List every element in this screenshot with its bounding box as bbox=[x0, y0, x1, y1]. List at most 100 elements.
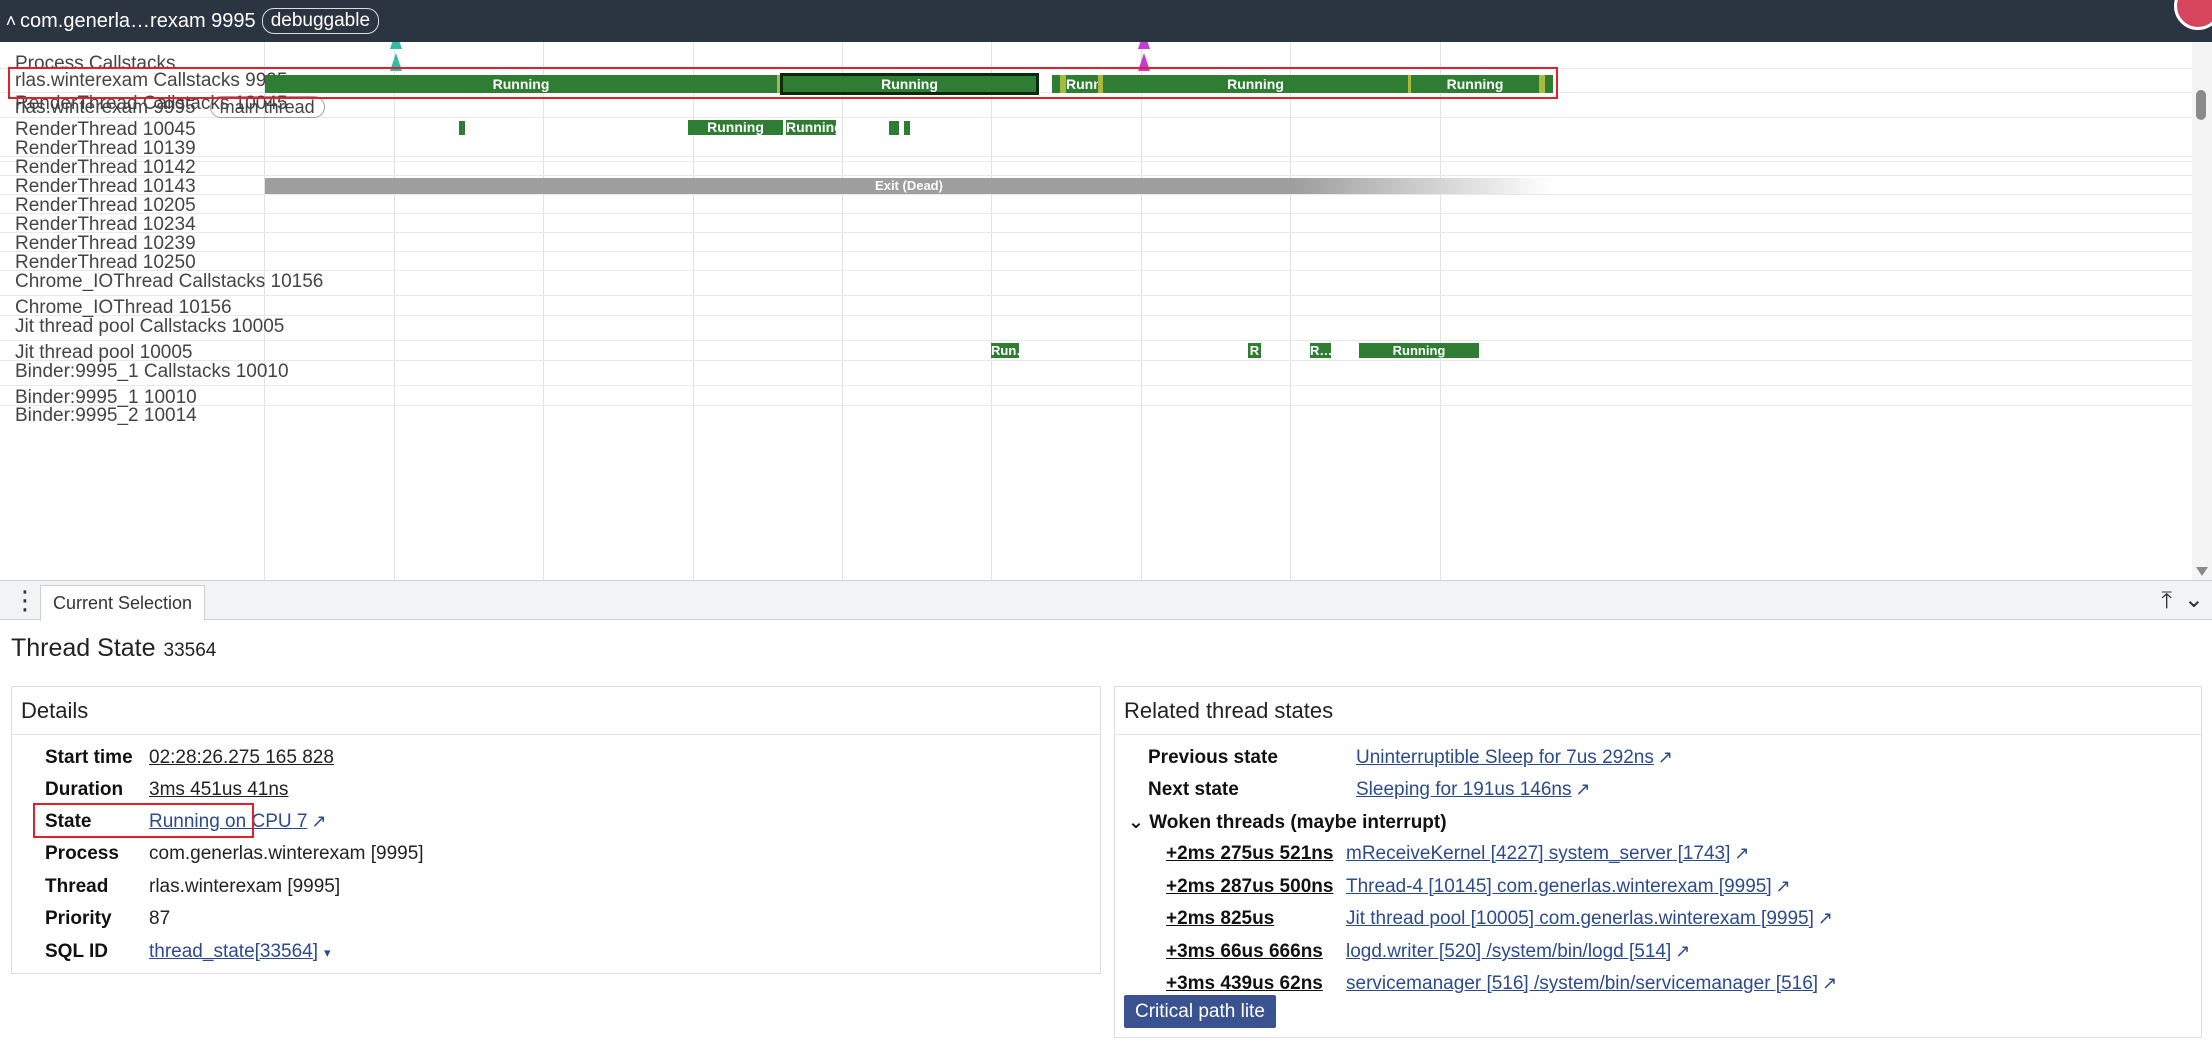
critical-path-lite-button[interactable]: Critical path lite bbox=[1124, 995, 1276, 1028]
track-label: RenderThread 10239 bbox=[15, 233, 196, 254]
detail-key: SQL ID bbox=[45, 941, 108, 962]
detail-key: Process bbox=[45, 843, 119, 864]
details-panel-tabbar: ⋮ Current Selection ⤒ ⌄ bbox=[0, 580, 2212, 621]
woken-delta-link[interactable]: +2ms 275us 521ns bbox=[1166, 843, 1333, 865]
track-label: RenderThread 10250 bbox=[15, 252, 196, 273]
track-label: RenderThread 10142 bbox=[15, 157, 196, 178]
maximize-panel-icon[interactable]: ⤒ bbox=[2161, 587, 2172, 615]
track-row-render-10045[interactable]: RenderThread 10045 bbox=[0, 118, 2192, 139]
track-label: RenderThread 10205 bbox=[15, 195, 196, 216]
detail-key: Duration bbox=[45, 779, 124, 800]
track-label: RenderThread 10234 bbox=[15, 214, 196, 235]
track-row[interactable]: Process Callstacks bbox=[0, 42, 2192, 73]
scroll-down-arrow-icon[interactable] bbox=[2196, 567, 2208, 576]
external-link-icon[interactable]: ↗ bbox=[1822, 973, 1837, 993]
external-link-icon[interactable]: ↗ bbox=[1776, 876, 1791, 896]
external-link-icon[interactable]: ↗ bbox=[1818, 908, 1833, 928]
woken-thread-link[interactable]: mReceiveKernel [4227] system_server [174… bbox=[1346, 843, 1730, 864]
external-link-icon[interactable]: ↗ bbox=[1658, 747, 1673, 767]
thread-state-slice[interactable] bbox=[904, 121, 910, 135]
details-card-title: Details bbox=[12, 687, 1100, 735]
previous-state-link[interactable]: Uninterruptible Sleep for 7us 292ns bbox=[1356, 747, 1654, 768]
timeline-scrollbar[interactable] bbox=[2192, 42, 2212, 580]
callstack-marker-icon[interactable] bbox=[1138, 42, 1150, 49]
external-link-icon[interactable]: ↗ bbox=[1734, 843, 1749, 863]
woken-delta-link[interactable]: +3ms 66us 666ns bbox=[1166, 941, 1323, 963]
details-card: Details Start time 02:28:26.275 165 828 … bbox=[11, 686, 1101, 974]
external-link-icon[interactable]: ↗ bbox=[311, 811, 326, 831]
selection-title: Thread State bbox=[11, 634, 156, 662]
woken-thread-link[interactable]: Jit thread pool [10005] com.generlas.win… bbox=[1346, 908, 1814, 929]
thread-state-slice[interactable]: Running bbox=[786, 120, 836, 135]
selection-id: 33564 bbox=[163, 640, 217, 661]
track-row[interactable]: Binder:9995_1 Callstacks 10010 bbox=[0, 361, 2192, 386]
woken-thread-link[interactable]: Thread-4 [10145] com.generlas.winterexam… bbox=[1346, 876, 1772, 897]
related-key: Previous state bbox=[1148, 747, 1278, 768]
sql-id-link[interactable]: thread_state[33564] bbox=[149, 941, 318, 962]
user-avatar[interactable] bbox=[2174, 0, 2212, 30]
woken-delta-link[interactable]: +3ms 439us 62ns bbox=[1166, 973, 1323, 995]
related-card-title: Related thread states bbox=[1115, 687, 2201, 735]
kebab-menu-icon[interactable]: ⋮ bbox=[12, 587, 38, 613]
woken-delta-link[interactable]: +2ms 287us 500ns bbox=[1166, 876, 1333, 898]
exit-dead-slice[interactable]: Exit (Dead) bbox=[265, 178, 1553, 194]
track-label: Jit thread pool Callstacks 10005 bbox=[15, 316, 285, 337]
thread-state-slice[interactable] bbox=[459, 121, 465, 135]
detail-key: Priority bbox=[45, 908, 112, 929]
thread-state-slice[interactable]: Running bbox=[1359, 343, 1479, 358]
track-row[interactable]: Jit thread pool 10005 bbox=[0, 341, 2192, 362]
detail-value: 87 bbox=[149, 908, 171, 929]
process-track-header[interactable]: ˄ com.generla…rexam 9995 debuggable bbox=[0, 0, 2212, 42]
related-thread-states-card: Related thread states Previous state Uni… bbox=[1114, 686, 2202, 1038]
thread-state-slice[interactable]: R bbox=[1248, 343, 1261, 358]
expand-chevron-icon[interactable]: ⌄ bbox=[1128, 812, 1144, 833]
duration-link[interactable]: 3ms 451us 41ns bbox=[149, 779, 288, 801]
woken-delta-link[interactable]: +2ms 825us bbox=[1166, 908, 1274, 930]
process-title: com.generla…rexam 9995 bbox=[20, 9, 256, 32]
main-thread-highlight bbox=[8, 67, 1558, 99]
track-row[interactable]: RenderThread 10142 bbox=[0, 157, 2192, 178]
detail-key: Start time bbox=[45, 747, 133, 768]
collapse-chevron-icon[interactable]: ˄ bbox=[2, 11, 20, 32]
start-time-link[interactable]: 02:28:26.275 165 828 bbox=[149, 747, 334, 769]
detail-key: Thread bbox=[45, 876, 109, 897]
timeline-tracks[interactable]: Process Callstacks rlas.winterexam Calls… bbox=[0, 42, 2212, 580]
track-row[interactable]: Binder:9995_1 10010 bbox=[0, 386, 2192, 407]
dropdown-arrow-icon[interactable]: ▾ bbox=[324, 945, 331, 960]
selection-heading: Thread State 33564 bbox=[11, 634, 216, 663]
track-row[interactable]: RenderThread 10234 bbox=[0, 214, 2192, 235]
track-label: RenderThread 10139 bbox=[15, 138, 196, 159]
callstack-marker-icon[interactable] bbox=[390, 42, 402, 49]
track-row[interactable]: Jit thread pool Callstacks 10005 bbox=[0, 316, 2192, 341]
track-label: Binder:9995_2 10014 bbox=[15, 405, 197, 426]
tab-current-selection[interactable]: Current Selection bbox=[40, 585, 206, 621]
track-label: Chrome_IOThread 10156 bbox=[15, 297, 232, 318]
track-row[interactable]: RenderThread 10239 bbox=[0, 233, 2192, 254]
track-label: RenderThread 10143 bbox=[15, 176, 196, 197]
perfetto-ui: ˄ com.generla…rexam 9995 debuggable Proc… bbox=[0, 0, 2212, 1041]
track-label: Binder:9995_1 Callstacks 10010 bbox=[15, 361, 289, 382]
track-row[interactable]: Chrome_IOThread 10156 bbox=[0, 296, 2192, 318]
woken-thread-link[interactable]: servicemanager [516] /system/bin/service… bbox=[1346, 973, 1818, 994]
state-highlight bbox=[33, 803, 254, 838]
detail-value: com.generlas.winterexam [9995] bbox=[149, 843, 424, 864]
next-state-link[interactable]: Sleeping for 191us 146ns bbox=[1356, 779, 1572, 800]
track-row[interactable]: RenderThread 10139 bbox=[0, 137, 2192, 159]
detail-value: rlas.winterexam [9995] bbox=[149, 876, 341, 897]
external-link-icon[interactable]: ↗ bbox=[1576, 779, 1591, 799]
track-row[interactable]: Chrome_IOThread Callstacks 10156 bbox=[0, 271, 2192, 296]
thread-state-slice[interactable]: Running bbox=[688, 120, 783, 135]
thread-state-slice[interactable]: R… bbox=[1310, 343, 1331, 358]
external-link-icon[interactable]: ↗ bbox=[1675, 941, 1690, 961]
track-row[interactable]: Binder:9995_2 10014 bbox=[0, 406, 2192, 426]
track-row[interactable]: RenderThread 10250 bbox=[0, 252, 2192, 273]
debuggable-badge: debuggable bbox=[261, 8, 380, 34]
track-row[interactable]: RenderThread 10205 bbox=[0, 195, 2192, 216]
woken-thread-link[interactable]: logd.writer [520] /system/bin/logd [514] bbox=[1346, 941, 1671, 962]
thread-state-slice[interactable] bbox=[889, 121, 899, 135]
thread-state-slice[interactable]: Run… bbox=[991, 343, 1019, 358]
scrollbar-thumb[interactable] bbox=[2196, 90, 2206, 120]
minimize-panel-icon[interactable]: ⌄ bbox=[2184, 585, 2204, 614]
related-key: Next state bbox=[1148, 779, 1239, 800]
woken-header-label: Woken threads (maybe interrupt) bbox=[1149, 812, 1447, 833]
